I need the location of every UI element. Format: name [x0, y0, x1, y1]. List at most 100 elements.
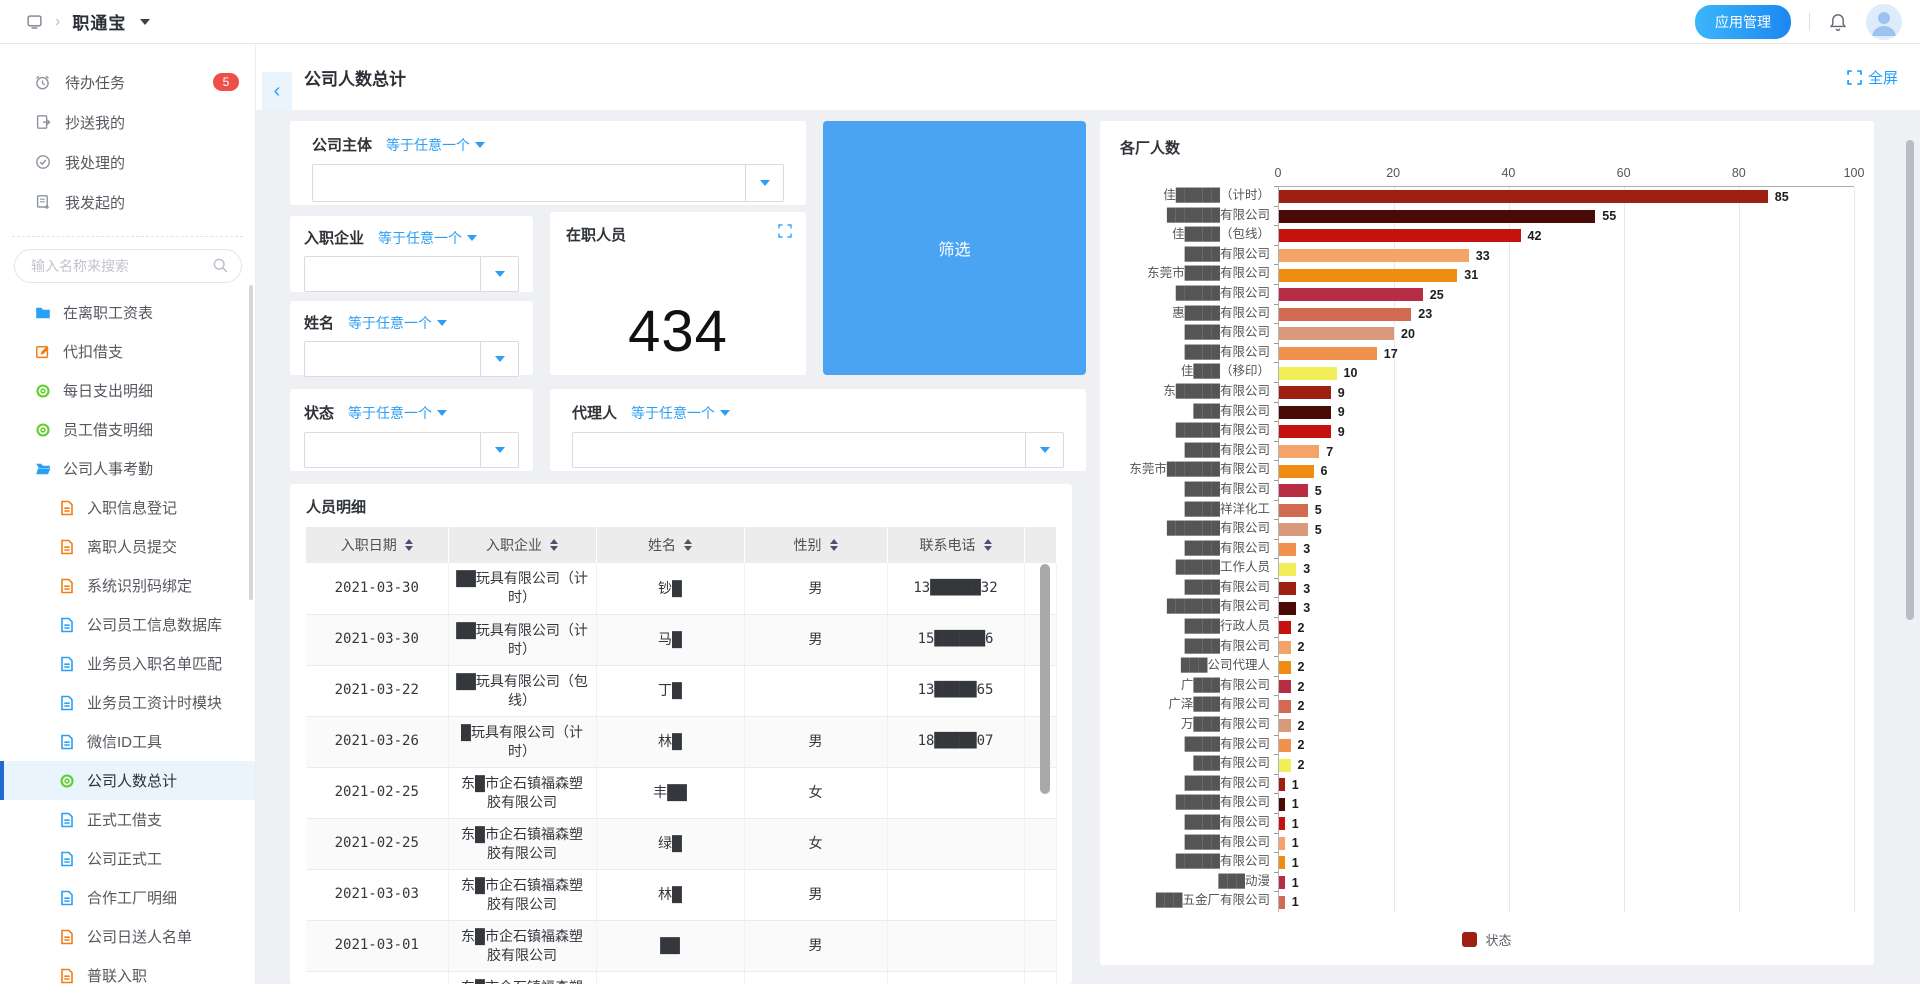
status-dropdown[interactable]: [480, 433, 518, 467]
chart-bar: [1279, 876, 1285, 889]
name-input[interactable]: [305, 342, 480, 376]
cell-date: 2021-03-26: [306, 716, 448, 767]
sidebar-item-我发起的[interactable]: 我发起的: [0, 182, 255, 222]
chart-category-label: ████有限公司: [1120, 245, 1278, 265]
column-header-label: 性别: [794, 535, 822, 555]
company-subject-input[interactable]: [313, 165, 745, 201]
cell-name: 绿█: [596, 818, 744, 869]
cell-gender: 男: [744, 920, 887, 971]
name-dropdown[interactable]: [480, 342, 518, 376]
page-header: ‹ 公司人数总计 全屏: [256, 44, 1920, 110]
notification-bell-icon[interactable]: [1828, 12, 1848, 32]
fullscreen-button[interactable]: 全屏: [1847, 67, 1898, 88]
chart-bar-value: 25: [1430, 288, 1444, 302]
chart-category-label: 东█████有限公司: [1120, 382, 1278, 402]
chart-bar: [1279, 543, 1296, 556]
sidebar-item-业务员工资计时模块[interactable]: 业务员工资计时模块: [0, 683, 255, 722]
sidebar-item-公司员工信息数据库[interactable]: 公司员工信息数据库: [0, 605, 255, 644]
company-subject-dropdown[interactable]: [745, 165, 783, 201]
ring-icon: [34, 421, 51, 438]
filter-operator-link[interactable]: 等于任意一个: [386, 135, 485, 155]
app-manage-button[interactable]: 应用管理: [1695, 5, 1791, 39]
chart-bar-row: 1: [1279, 853, 1854, 873]
sidebar-item-系统识别码绑定[interactable]: 系统识别码绑定: [0, 566, 255, 605]
sidebar-item-待办任务[interactable]: 待办任务5: [0, 62, 255, 102]
sidebar-item-员工借支明细[interactable]: 员工借支明细: [0, 410, 255, 449]
cell-gender: 男: [744, 971, 887, 984]
sidebar-item-label: 系统识别码绑定: [87, 575, 192, 596]
chart-category-label: ████有限公司: [1120, 480, 1278, 500]
doc-icon: [58, 538, 75, 555]
stat-fullscreen-icon[interactable]: [778, 224, 792, 238]
chart-bar-row: 9: [1279, 383, 1854, 403]
chart-category-label: ████有限公司: [1120, 774, 1278, 794]
column-header-入职日期[interactable]: 入职日期: [306, 527, 448, 563]
chart-bar: [1279, 308, 1411, 321]
workspace-monitor-icon[interactable]: [26, 13, 43, 30]
cell-phone: 13█████65: [887, 665, 1024, 716]
cell-name: 马█: [596, 614, 744, 665]
sidebar-search-input[interactable]: [14, 249, 242, 283]
table-row: 2021-03-18东█市企石镇福森塑胶有限公司何█男: [306, 971, 1056, 984]
sidebar-item-代扣借支[interactable]: 代扣借支: [0, 332, 255, 371]
sort-icon[interactable]: [550, 539, 558, 551]
chart-bar-value: 5: [1315, 523, 1322, 537]
filter-apply-button[interactable]: 筛选: [823, 121, 1086, 375]
sidebar-item-合作工厂明细[interactable]: 合作工厂明细: [0, 878, 255, 917]
filter-operator-link[interactable]: 等于任意一个: [348, 403, 447, 423]
join-company-dropdown[interactable]: [480, 257, 518, 291]
sidebar-item-我处理的[interactable]: 我处理的: [0, 142, 255, 182]
cell-date: 2021-02-25: [306, 818, 448, 869]
sidebar-item-label: 公司人数总计: [87, 770, 177, 791]
sidebar-item-离职人员提交[interactable]: 离职人员提交: [0, 527, 255, 566]
fullscreen-label: 全屏: [1868, 67, 1898, 88]
sidebar-item-正式工借支[interactable]: 正式工借支: [0, 800, 255, 839]
cell-extra: [1024, 971, 1056, 984]
column-header-姓名[interactable]: 姓名: [596, 527, 744, 563]
chart-legend[interactable]: 状态: [1120, 930, 1854, 949]
caret-down-icon: [437, 320, 447, 326]
doc-icon: [58, 499, 75, 516]
sidebar-item-公司人数总计[interactable]: 公司人数总计: [0, 761, 255, 800]
table-scrollbar[interactable]: [1040, 564, 1050, 794]
chart-bar-value: 17: [1384, 347, 1398, 361]
sidebar-scrollbar[interactable]: [249, 285, 253, 600]
column-header-性别[interactable]: 性别: [744, 527, 887, 563]
back-button[interactable]: ‹: [262, 72, 292, 110]
chart-bar-row: 3: [1279, 540, 1854, 560]
filter-operator-link[interactable]: 等于任意一个: [378, 228, 477, 248]
sort-icon[interactable]: [984, 539, 992, 551]
app-switch-caret-icon[interactable]: [140, 19, 150, 25]
chart-bar-value: 20: [1401, 327, 1415, 341]
filter-operator-link[interactable]: 等于任意一个: [631, 403, 730, 423]
chart-category-label: ████有限公司: [1120, 323, 1278, 343]
sidebar-item-抄送我的[interactable]: 抄送我的: [0, 102, 255, 142]
status-input[interactable]: [305, 433, 480, 467]
sidebar-item-label: 公司正式工: [87, 848, 162, 869]
chart-bar-row: 20: [1279, 324, 1854, 344]
cell-phone: 18█████07: [887, 716, 1024, 767]
cell-name: 丁█: [596, 665, 744, 716]
sort-icon[interactable]: [405, 539, 413, 551]
sidebar-item-微信ID工具[interactable]: 微信ID工具: [0, 722, 255, 761]
sidebar-item-在离职工资表[interactable]: 在离职工资表: [0, 293, 255, 332]
chart-category-label: ███有限公司: [1120, 402, 1278, 422]
agent-dropdown[interactable]: [1025, 433, 1063, 467]
sort-icon[interactable]: [830, 539, 838, 551]
sidebar-item-公司人事考勤[interactable]: 公司人事考勤: [0, 449, 255, 488]
sidebar-item-每日支出明细[interactable]: 每日支出明细: [0, 371, 255, 410]
column-header-联系电话[interactable]: 联系电话: [887, 527, 1024, 563]
sidebar-item-普联入职[interactable]: 普联入职: [0, 956, 255, 984]
sidebar-item-公司日送人名单[interactable]: 公司日送人名单: [0, 917, 255, 956]
agent-input[interactable]: [573, 433, 1025, 467]
column-header-入职企业[interactable]: 入职企业: [448, 527, 596, 563]
sidebar-item-入职信息登记[interactable]: 入职信息登记: [0, 488, 255, 527]
sidebar-item-业务员入职名单匹配[interactable]: 业务员入职名单匹配: [0, 644, 255, 683]
filter-operator-link[interactable]: 等于任意一个: [348, 313, 447, 333]
user-avatar[interactable]: [1866, 4, 1902, 40]
sidebar-item-label: 合作工厂明细: [87, 887, 177, 908]
sidebar-item-公司正式工[interactable]: 公司正式工: [0, 839, 255, 878]
join-company-input[interactable]: [305, 257, 480, 291]
content-scrollbar[interactable]: [1906, 140, 1914, 620]
sort-icon[interactable]: [684, 539, 692, 551]
